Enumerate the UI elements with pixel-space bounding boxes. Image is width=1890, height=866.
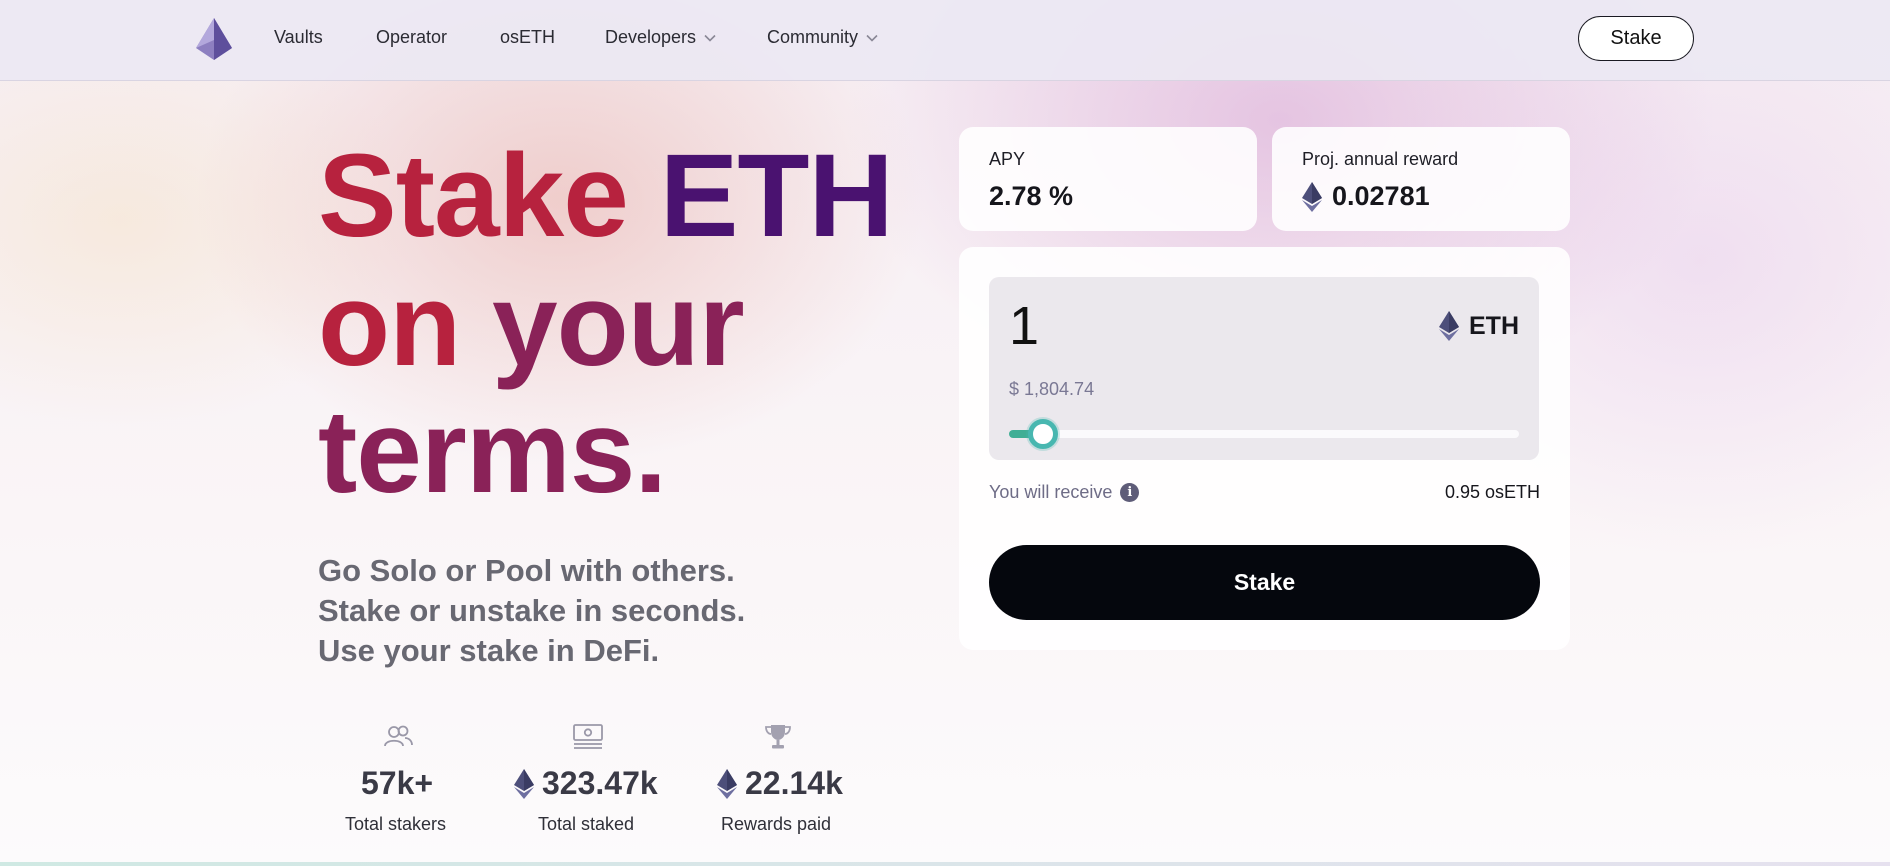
- header-stake-button[interactable]: Stake: [1578, 16, 1694, 61]
- hero-title-line-1: Stake ETH: [318, 137, 894, 255]
- stat-stakers-number: 57k+: [361, 765, 434, 801]
- amount-slider-thumb[interactable]: [1027, 419, 1058, 449]
- hero-subtitle-line-2: Stake or unstake in seconds.: [318, 593, 746, 628]
- projected-reward-value: 0.02781: [1302, 181, 1430, 212]
- projected-reward-card: Proj. annual reward 0.02781: [1272, 127, 1570, 231]
- stat-stakers-value: 57k+: [361, 765, 433, 802]
- info-icon[interactable]: i: [1120, 483, 1140, 502]
- hero-word-stake: Stake: [318, 130, 629, 262]
- trophy-icon: [765, 725, 791, 749]
- hero-title-line-2: on your: [318, 266, 745, 384]
- stat-rewards-label: Rewards paid: [721, 814, 832, 834]
- hero-subtitle-line-3: Use your stake in DeFi.: [318, 633, 660, 668]
- chevron-down-icon: [704, 34, 716, 42]
- chevron-down-icon: [866, 34, 878, 42]
- stat-stakers-label: Total stakers: [345, 814, 447, 834]
- ethereum-icon: [717, 768, 737, 799]
- stake-form-card: 1 ETH $ 1,804.74 You will receive i 0.95…: [959, 247, 1570, 650]
- projected-reward-number: 0.02781: [1332, 181, 1430, 211]
- hero-title-line-3: terms.: [318, 393, 667, 511]
- nav-operator[interactable]: Operator: [376, 27, 447, 48]
- nav-vaults[interactable]: Vaults: [274, 27, 323, 48]
- hero-word-terms: terms.: [318, 386, 667, 518]
- hero-word-your: your: [491, 259, 745, 391]
- ethereum-icon: [1439, 311, 1459, 341]
- nav-oseth-label: osETH: [500, 27, 556, 47]
- receive-value: 0.95 osETH: [1444, 482, 1540, 502]
- nav-community-dropdown[interactable]: Community: [767, 27, 878, 48]
- receive-row: You will receive i: [989, 482, 1140, 503]
- stake-button[interactable]: Stake: [989, 545, 1540, 620]
- users-icon: [384, 725, 413, 747]
- stat-staked-label: Total staked: [538, 814, 635, 834]
- token-label: ETH: [1469, 311, 1519, 340]
- apy-value: 2.78 %: [989, 181, 1074, 211]
- ethereum-icon: [1302, 181, 1322, 212]
- hero-word-on: on: [318, 259, 461, 391]
- stat-rewards-number: 22.14k: [745, 765, 843, 801]
- projected-reward-label: Proj. annual reward: [1302, 149, 1459, 169]
- amount-slider-track[interactable]: [1009, 430, 1519, 438]
- hero-word-eth: ETH: [659, 130, 894, 262]
- amount-input[interactable]: 1: [1009, 295, 1039, 357]
- hero-subtitle-line-1: Go Solo or Pool with others.: [318, 553, 735, 588]
- usd-value: $ 1,804.74: [1009, 379, 1095, 399]
- nav-developers-label: Developers: [605, 27, 697, 47]
- top-navigation-bar: Vaults Operator osETH Developers Communi…: [0, 0, 1890, 81]
- apy-label: APY: [989, 149, 1026, 169]
- token-selector: ETH: [1439, 311, 1519, 341]
- apy-card: APY 2.78 %: [959, 127, 1257, 231]
- stat-staked-value: 323.47k: [514, 765, 658, 802]
- ethereum-icon: [514, 768, 534, 799]
- stat-rewards-value: 22.14k: [717, 765, 843, 802]
- nav-community-label: Community: [767, 27, 859, 47]
- stat-staked-number: 323.47k: [542, 765, 658, 801]
- ethereum-logo-icon[interactable]: [196, 18, 232, 60]
- receive-label: You will receive: [989, 482, 1113, 502]
- nav-vaults-label: Vaults: [274, 27, 323, 47]
- nav-operator-label: Operator: [376, 27, 448, 47]
- nav-developers-dropdown[interactable]: Developers: [605, 27, 716, 48]
- banknote-icon: [573, 724, 603, 749]
- nav-oseth[interactable]: osETH: [500, 27, 555, 48]
- amount-input-box[interactable]: 1 ETH $ 1,804.74: [989, 277, 1539, 460]
- page-bottom-edge: [0, 862, 1890, 866]
